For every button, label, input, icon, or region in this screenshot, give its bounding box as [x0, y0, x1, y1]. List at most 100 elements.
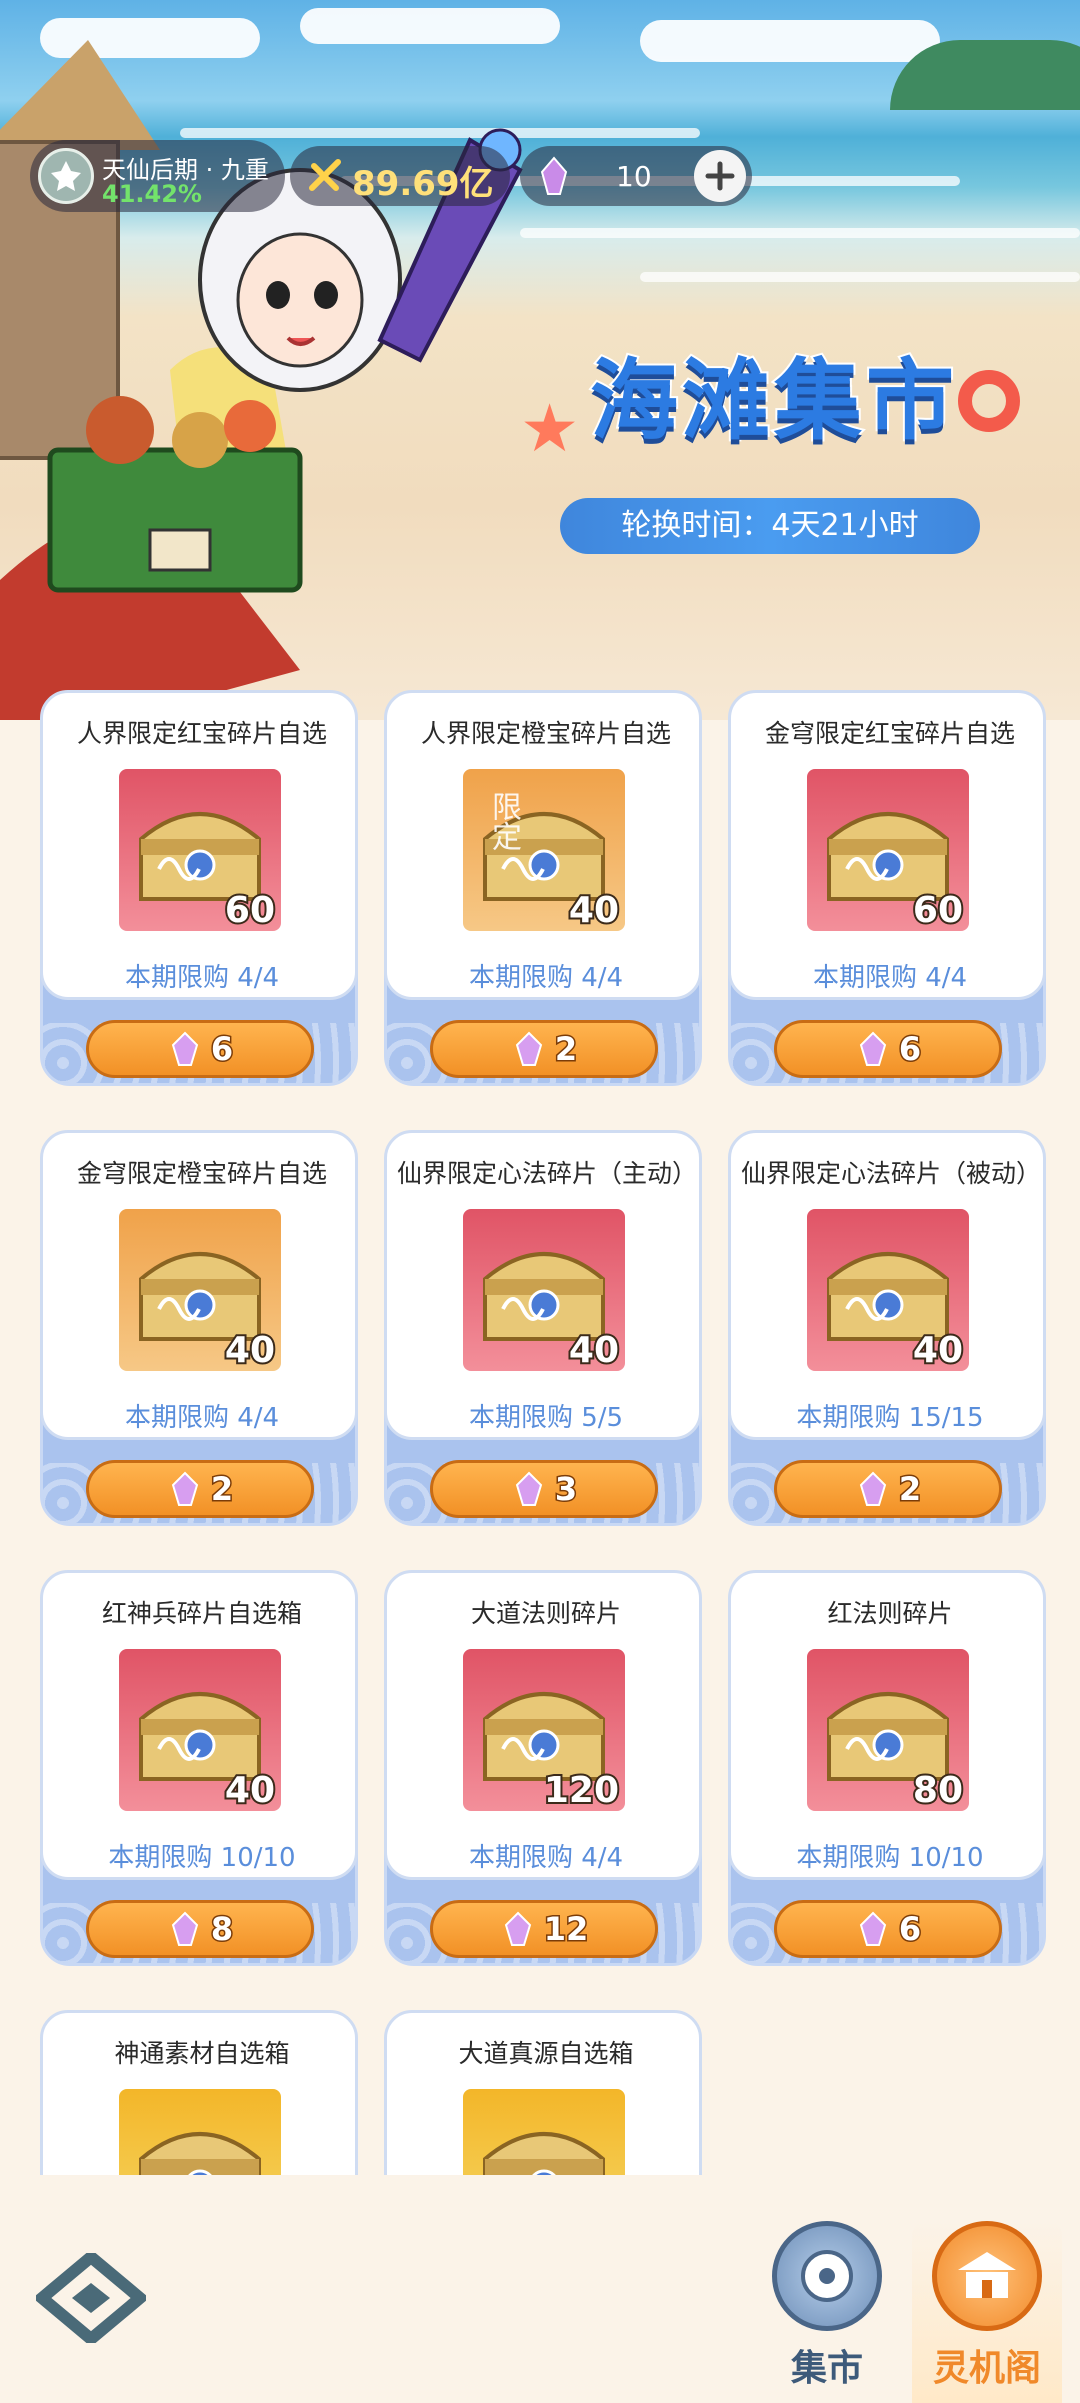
- buy-button[interactable]: 2: [86, 1460, 314, 1518]
- crystal-icon: [171, 1911, 198, 1946]
- crystal-icon: [515, 1471, 542, 1506]
- item-quantity: 40: [223, 1328, 277, 1371]
- item-quantity: 40: [223, 1768, 277, 1811]
- buy-button[interactable]: 6: [86, 1020, 314, 1078]
- item-name: 大道真源自选箱: [458, 2039, 634, 2068]
- money-value: 89.69亿: [352, 164, 494, 204]
- crystal-icon: [504, 1911, 531, 1946]
- card-body: 红神兵碎片自选箱 40 本期限购 10/10: [40, 1570, 358, 1880]
- item-price: 2: [209, 1469, 234, 1510]
- item-image[interactable]: 40: [119, 1649, 281, 1811]
- crystal-icon: [540, 156, 568, 195]
- rotation-label: 轮换时间：: [621, 508, 772, 543]
- lifebuoy-icon: [958, 370, 1020, 432]
- shop-item-card[interactable]: 红神兵碎片自选箱 40 本期限购 10/10 8: [40, 1570, 358, 1968]
- item-name: 神通素材自选箱: [114, 2039, 290, 2068]
- starfish-icon: ★: [520, 390, 580, 467]
- nav-market-label: 集市: [790, 2348, 863, 2389]
- card-body: 神通素材自选箱: [40, 2010, 358, 2175]
- card-body: 大道法则碎片 120 本期限购 4/4: [384, 1570, 702, 1880]
- item-name: 大道法则碎片: [470, 1599, 621, 1628]
- item-price: 6: [897, 1909, 922, 1950]
- crystal-icon: [859, 1911, 886, 1946]
- nav-pavilion-label: 灵机阁: [932, 2348, 1041, 2389]
- crystal-icon: [859, 1471, 886, 1506]
- cloud: [640, 20, 940, 62]
- item-image[interactable]: [463, 2089, 625, 2175]
- pavilion-icon: [932, 2221, 1042, 2331]
- item-price: 3: [553, 1469, 578, 1510]
- buy-button[interactable]: 2: [430, 1020, 658, 1078]
- item-image[interactable]: 40: [463, 1209, 625, 1371]
- shop-item-card[interactable]: 神通素材自选箱: [40, 2010, 358, 2175]
- rotation-value: 4天21小时: [771, 508, 919, 543]
- money-display[interactable]: 89.69亿: [290, 146, 510, 206]
- item-name: 仙界限定心法碎片（主动）: [397, 1159, 698, 1188]
- purchase-limit: 本期限购 4/4: [468, 963, 624, 993]
- item-image[interactable]: 80: [807, 1649, 969, 1811]
- buy-button[interactable]: 3: [430, 1460, 658, 1518]
- item-quantity: 40: [567, 888, 621, 931]
- item-name: 金穹限定红宝碎片自选: [764, 719, 1015, 748]
- market-icon: [772, 2221, 882, 2331]
- nav-pavilion[interactable]: 灵机阁: [912, 2221, 1062, 2403]
- item-quantity: 40: [911, 1328, 965, 1371]
- shop-item-card[interactable]: 仙界限定心法碎片（主动） 40 本期限购 5/5 3: [384, 1130, 702, 1528]
- banner: 天仙后期 · 九重 41.42% 89.69亿 10 ★ 海滩集市 轮换时间：4…: [0, 0, 1080, 720]
- buy-button[interactable]: 2: [774, 1460, 1002, 1518]
- cloud: [300, 8, 560, 44]
- wave: [520, 228, 1080, 238]
- shop-item-card[interactable]: 大道法则碎片 120 本期限购 4/4 12: [384, 1570, 702, 1968]
- realm-progress: 41.42%: [102, 180, 202, 208]
- shop-item-card[interactable]: 金穹限定橙宝碎片自选 40 本期限购 4/4 2: [40, 1130, 358, 1528]
- wave: [640, 272, 1080, 282]
- buy-button[interactable]: 6: [774, 1020, 1002, 1078]
- rotation-timer: 轮换时间：4天21小时: [560, 498, 980, 554]
- shop-item-card[interactable]: 大道真源自选箱: [384, 2010, 702, 2175]
- item-quantity: 80: [911, 1768, 965, 1811]
- plus-icon: [705, 161, 735, 191]
- event-title-block: ★ 海滩集市: [520, 320, 1020, 470]
- shop-item-card[interactable]: 人界限定红宝碎片自选 60 本期限购 4/4 6: [40, 690, 358, 1088]
- item-image[interactable]: 40: [119, 1209, 281, 1371]
- item-price: 12: [542, 1909, 590, 1950]
- buy-button[interactable]: 12: [430, 1900, 658, 1958]
- item-image[interactable]: [119, 2089, 281, 2175]
- shop-item-card[interactable]: 人界限定橙宝碎片自选限定 40 本期限购 4/4 2: [384, 690, 702, 1088]
- item-price: 6: [897, 1029, 922, 1070]
- add-crystal-button[interactable]: [694, 150, 746, 202]
- crystal-icon: [171, 1471, 198, 1506]
- shop-item-card[interactable]: 红法则碎片 80 本期限购 10/10 6: [728, 1570, 1046, 1968]
- purchase-limit: 本期限购 4/4: [124, 1403, 280, 1433]
- item-name: 人界限定橙宝碎片自选: [420, 719, 671, 748]
- crystal-display: 10: [520, 146, 752, 206]
- realm-status[interactable]: 天仙后期 · 九重 41.42%: [30, 140, 285, 212]
- bottom-nav: 集市 灵机阁: [0, 2175, 1080, 2403]
- item-quantity: 40: [567, 1328, 621, 1371]
- realm-emblem-icon: [38, 148, 94, 204]
- nav-market[interactable]: 集市: [752, 2221, 902, 2403]
- shop-grid: 人界限定红宝碎片自选 60 本期限购 4/4 6 人界限定橙宝碎片自选限定 40 本期限购 …: [0, 690, 1080, 2175]
- item-price: 2: [897, 1469, 922, 1510]
- item-name: 金穹限定橙宝碎片自选: [76, 1159, 327, 1188]
- item-image[interactable]: 60: [119, 769, 281, 931]
- purchase-limit: 本期限购 4/4: [468, 1843, 624, 1873]
- item-quantity: 60: [223, 888, 277, 931]
- purchase-limit: 本期限购 10/10: [796, 1843, 984, 1873]
- item-image[interactable]: 限定 40: [463, 769, 625, 931]
- item-image[interactable]: 60: [807, 769, 969, 931]
- buy-button[interactable]: 6: [774, 1900, 1002, 1958]
- shop-item-card[interactable]: 金穹限定红宝碎片自选 60 本期限购 4/4 6: [728, 690, 1046, 1088]
- purchase-limit: 本期限购 10/10: [108, 1843, 296, 1873]
- buy-button[interactable]: 8: [86, 1900, 314, 1958]
- item-image[interactable]: 40: [807, 1209, 969, 1371]
- back-logo-icon[interactable]: [36, 2253, 146, 2343]
- limited-tag: 限定: [486, 791, 521, 851]
- event-title: 海滩集市: [588, 347, 959, 454]
- item-name: 人界限定红宝碎片自选: [76, 719, 327, 748]
- crystal-icon: [171, 1031, 198, 1066]
- item-image[interactable]: 120: [463, 1649, 625, 1811]
- shop-item-card[interactable]: 仙界限定心法碎片（被动） 40 本期限购 15/15 2: [728, 1130, 1046, 1528]
- item-price: 6: [209, 1029, 234, 1070]
- money-icon: [309, 159, 341, 191]
